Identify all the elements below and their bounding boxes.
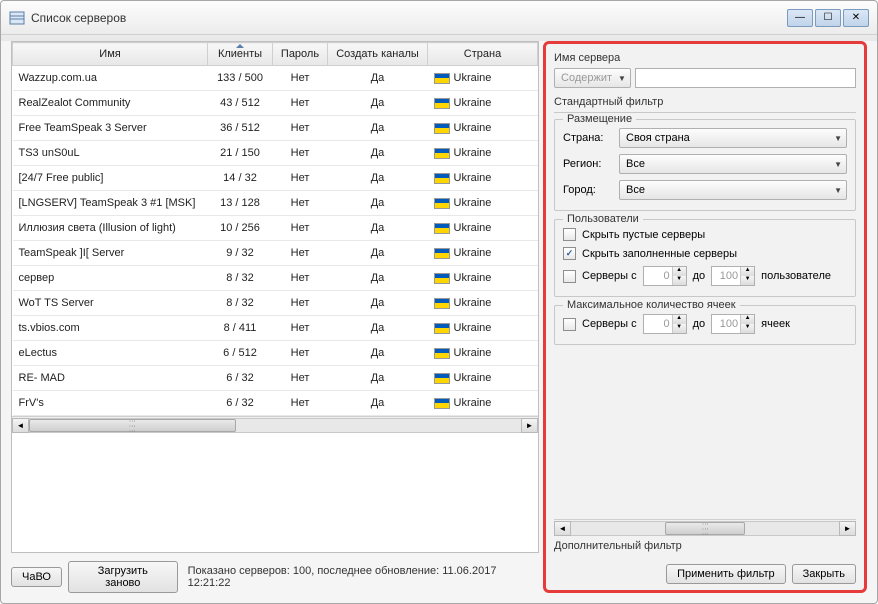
- reload-button[interactable]: Загрузить заново: [68, 561, 178, 593]
- hide-full-checkbox[interactable]: [563, 247, 576, 260]
- flag-icon: [434, 273, 450, 284]
- server-list-window: Список серверов — ☐ ✕ Имя Клиенты Пароль…: [0, 0, 878, 604]
- flag-icon: [434, 298, 450, 309]
- users-group: Пользователи Скрыть пустые серверы Скрыт…: [554, 219, 856, 297]
- flag-icon: [434, 248, 450, 259]
- flag-icon: [434, 223, 450, 234]
- city-dropdown[interactable]: Все▼: [619, 180, 847, 200]
- server-table-wrap: Имя Клиенты Пароль Создать каналы Страна…: [11, 41, 539, 553]
- filter-panel: Имя сервера Содержит▼ Стандартный фильтр…: [543, 41, 867, 593]
- table-row[interactable]: ts.vbios.com8 / 411НетДаUkraine: [13, 316, 538, 341]
- location-group: Размещение Страна:Своя страна▼ Регион:Вс…: [554, 119, 856, 211]
- users-range-checkbox[interactable]: [563, 270, 576, 283]
- server-name-label: Имя сервера: [554, 52, 856, 64]
- flag-icon: [434, 173, 450, 184]
- slots-range-checkbox[interactable]: [563, 318, 576, 331]
- table-row[interactable]: [LNGSERV] TeamSpeak 3 #1 [MSK]13 / 128Не…: [13, 191, 538, 216]
- table-row[interactable]: TeamSpeak ]I[ Server9 / 32НетДаUkraine: [13, 241, 538, 266]
- app-icon: [9, 10, 25, 26]
- window-title: Список серверов: [31, 11, 126, 25]
- table-row[interactable]: eLectus6 / 512НетДаUkraine: [13, 341, 538, 366]
- chevron-down-icon: ▼: [618, 74, 626, 83]
- minimize-button[interactable]: —: [787, 9, 813, 27]
- table-row[interactable]: TS3 unS0uL21 / 150НетДаUkraine: [13, 141, 538, 166]
- col-clients[interactable]: Клиенты: [208, 43, 273, 66]
- table-area: Имя Клиенты Пароль Создать каналы Страна…: [11, 41, 539, 593]
- col-channels[interactable]: Создать каналы: [328, 43, 428, 66]
- titlebar: Список серверов — ☐ ✕: [1, 1, 877, 35]
- scroll-track[interactable]: [29, 418, 521, 433]
- flag-icon: [434, 373, 450, 384]
- bottom-bar: ЧаВО Загрузить заново Показано серверов:…: [11, 561, 539, 593]
- table-row[interactable]: [24/7 Free public]14 / 32НетДаUkraine: [13, 166, 538, 191]
- col-country[interactable]: Страна: [428, 43, 538, 66]
- flag-icon: [434, 148, 450, 159]
- apply-filter-button[interactable]: Применить фильтр: [666, 564, 786, 584]
- flag-icon: [434, 323, 450, 334]
- scroll-right-icon[interactable]: ►: [521, 418, 538, 433]
- content: Имя Клиенты Пароль Создать каналы Страна…: [11, 41, 867, 593]
- close-panel-button[interactable]: Закрыть: [792, 564, 856, 584]
- maximize-button[interactable]: ☐: [815, 9, 841, 27]
- scroll-left-icon[interactable]: ◄: [554, 521, 571, 536]
- table-row[interactable]: FrV's6 / 32НетДаUkraine: [13, 391, 538, 416]
- additional-filter-label: Дополнительный фильтр: [554, 540, 856, 552]
- col-password[interactable]: Пароль: [273, 43, 328, 66]
- slots-group: Максимальное количество ячеек Серверы с …: [554, 305, 856, 345]
- server-name-input[interactable]: [635, 68, 856, 88]
- flag-icon: [434, 198, 450, 209]
- standard-filter-label: Стандартный фильтр: [554, 96, 856, 108]
- server-table: Имя Клиенты Пароль Создать каналы Страна…: [12, 42, 538, 416]
- scroll-left-icon[interactable]: ◄: [12, 418, 29, 433]
- flag-icon: [434, 398, 450, 409]
- flag-icon: [434, 348, 450, 359]
- flag-icon: [434, 73, 450, 84]
- panel-hscroll[interactable]: ◄ ►: [554, 519, 856, 536]
- table-row[interactable]: WoT TS Server8 / 32НетДаUkraine: [13, 291, 538, 316]
- close-button[interactable]: ✕: [843, 9, 869, 27]
- table-row[interactable]: RE- MAD6 / 32НетДаUkraine: [13, 366, 538, 391]
- scroll-right-icon[interactable]: ►: [839, 521, 856, 536]
- hide-empty-checkbox[interactable]: [563, 228, 576, 241]
- table-row[interactable]: Wazzup.com.ua133 / 500НетДаUkraine: [13, 66, 538, 91]
- status-text: Показано серверов: 100, последнее обновл…: [188, 565, 539, 589]
- region-dropdown[interactable]: Все▼: [619, 154, 847, 174]
- scroll-thumb[interactable]: [29, 419, 236, 432]
- contains-dropdown[interactable]: Содержит▼: [554, 68, 631, 88]
- country-dropdown[interactable]: Своя страна▼: [619, 128, 847, 148]
- col-name[interactable]: Имя: [13, 43, 208, 66]
- table-row[interactable]: RealZealot Community43 / 512НетДаUkraine: [13, 91, 538, 116]
- users-min-spin[interactable]: ▲▼: [643, 266, 687, 286]
- users-max-spin[interactable]: ▲▼: [711, 266, 755, 286]
- faq-button[interactable]: ЧаВО: [11, 567, 62, 587]
- chevron-down-icon: ▼: [834, 134, 842, 143]
- slots-max-spin[interactable]: ▲▼: [711, 314, 755, 334]
- table-row[interactable]: Иллюзия света (Illusion of light)10 / 25…: [13, 216, 538, 241]
- chevron-down-icon: ▼: [834, 186, 842, 195]
- table-row[interactable]: Free TeamSpeak 3 Server36 / 512НетДаUkra…: [13, 116, 538, 141]
- table-row[interactable]: сервер8 / 32НетДаUkraine: [13, 266, 538, 291]
- flag-icon: [434, 123, 450, 134]
- chevron-down-icon: ▼: [834, 160, 842, 169]
- window-controls: — ☐ ✕: [787, 9, 869, 27]
- flag-icon: [434, 98, 450, 109]
- slots-min-spin[interactable]: ▲▼: [643, 314, 687, 334]
- table-hscroll[interactable]: ◄ ►: [12, 416, 538, 433]
